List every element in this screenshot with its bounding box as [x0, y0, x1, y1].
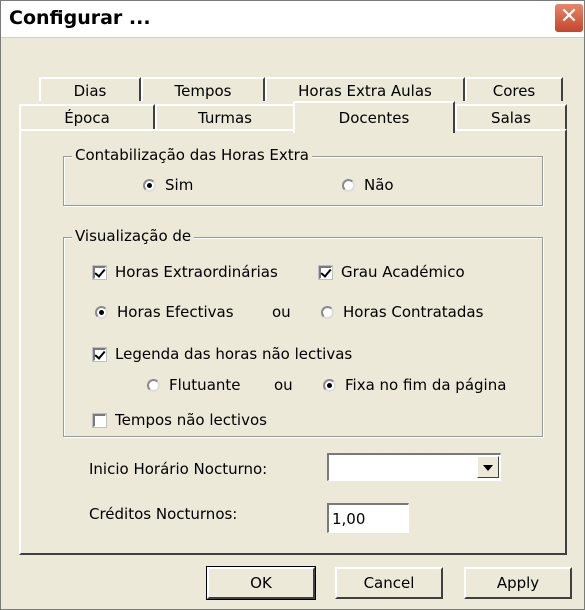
- radio-horas-contratadas[interactable]: Horas Contratadas: [321, 303, 483, 321]
- radio-sim-label: Sim: [165, 176, 194, 194]
- checkbox-tempos-nao-lectivos[interactable]: Tempos não lectivos: [92, 411, 267, 429]
- radio-flutuante-label: Flutuante: [169, 376, 241, 394]
- tab-epoca[interactable]: Época: [19, 104, 155, 130]
- radio-fixa-button[interactable]: [323, 378, 336, 392]
- configurar-dialog: Configurar ... ✕ Dias Tempos Horas Extra…: [0, 0, 585, 610]
- title-bar[interactable]: Configurar ... ✕: [1, 1, 584, 38]
- radio-horas-efectivas[interactable]: Horas Efectivas: [95, 303, 234, 321]
- checkbox-horas-extraordinarias[interactable]: Horas Extraordinárias: [92, 263, 278, 281]
- radio-horas-efectivas-button[interactable]: [95, 305, 108, 319]
- checkbox-grau-academico[interactable]: Grau Académico: [318, 263, 465, 281]
- creditos-label: Créditos Nocturnos:: [89, 505, 238, 523]
- checkbox-grau-academico-box[interactable]: [318, 264, 333, 280]
- radio-horas-efectivas-label: Horas Efectivas: [117, 303, 234, 321]
- checkbox-legenda[interactable]: Legenda das horas não lectivas: [92, 345, 353, 363]
- radio-sim[interactable]: Sim: [143, 176, 193, 194]
- contabilizacao-group: Contabilização das Horas Extra: [63, 146, 543, 206]
- radio-nao[interactable]: Não: [342, 176, 394, 194]
- checkbox-horas-extraordinarias-label: Horas Extraordinárias: [115, 263, 278, 281]
- radio-flutuante[interactable]: Flutuante: [147, 376, 241, 394]
- tab-horas-extra-aulas[interactable]: Horas Extra Aulas: [265, 77, 465, 101]
- radio-horas-contratadas-label: Horas Contratadas: [343, 303, 484, 321]
- radio-sim-button[interactable]: [143, 178, 156, 192]
- checkbox-tempos-nao-lectivos-label: Tempos não lectivos: [115, 411, 267, 429]
- ok-button[interactable]: OK: [206, 566, 316, 600]
- checkbox-legenda-label: Legenda das horas não lectivas: [115, 345, 353, 363]
- radio-fixa-label: Fixa no fim da página: [345, 376, 507, 394]
- close-icon: ✕: [559, 4, 579, 29]
- checkbox-legenda-box[interactable]: [92, 346, 107, 362]
- ou-label-1: ou: [272, 303, 291, 321]
- checkbox-grau-academico-label: Grau Académico: [341, 263, 465, 281]
- dialog-title: Configurar ...: [9, 7, 151, 29]
- tab-tempos[interactable]: Tempos: [141, 77, 265, 101]
- radio-fixa[interactable]: Fixa no fim da página: [323, 376, 506, 394]
- inicio-horario-label: Inicio Horário Nocturno:: [89, 460, 268, 478]
- tab-cores[interactable]: Cores: [465, 77, 563, 101]
- checkbox-tempos-nao-lectivos-box[interactable]: [92, 412, 107, 428]
- creditos-input[interactable]: 1,00: [327, 503, 409, 533]
- ou-label-2: ou: [274, 376, 293, 394]
- checkbox-horas-extraordinarias-box[interactable]: [92, 264, 107, 280]
- tab-salas[interactable]: Salas: [455, 104, 567, 130]
- tab-docentes[interactable]: Docentes: [293, 101, 455, 133]
- cancel-button[interactable]: Cancel: [335, 567, 443, 599]
- tab-dias[interactable]: Dias: [39, 77, 141, 101]
- radio-nao-button[interactable]: [342, 178, 355, 192]
- apply-button[interactable]: Apply: [464, 567, 572, 599]
- inicio-horario-select[interactable]: [327, 453, 501, 481]
- close-button[interactable]: ✕: [554, 3, 584, 33]
- contabilizacao-legend: Contabilização das Horas Extra: [72, 146, 312, 164]
- radio-horas-contratadas-button[interactable]: [321, 305, 334, 319]
- radio-nao-label: Não: [364, 176, 394, 194]
- radio-flutuante-button[interactable]: [147, 378, 160, 392]
- chevron-down-icon[interactable]: [477, 456, 499, 478]
- tab-turmas[interactable]: Turmas: [155, 104, 295, 130]
- visualizacao-legend: Visualização de: [72, 227, 195, 245]
